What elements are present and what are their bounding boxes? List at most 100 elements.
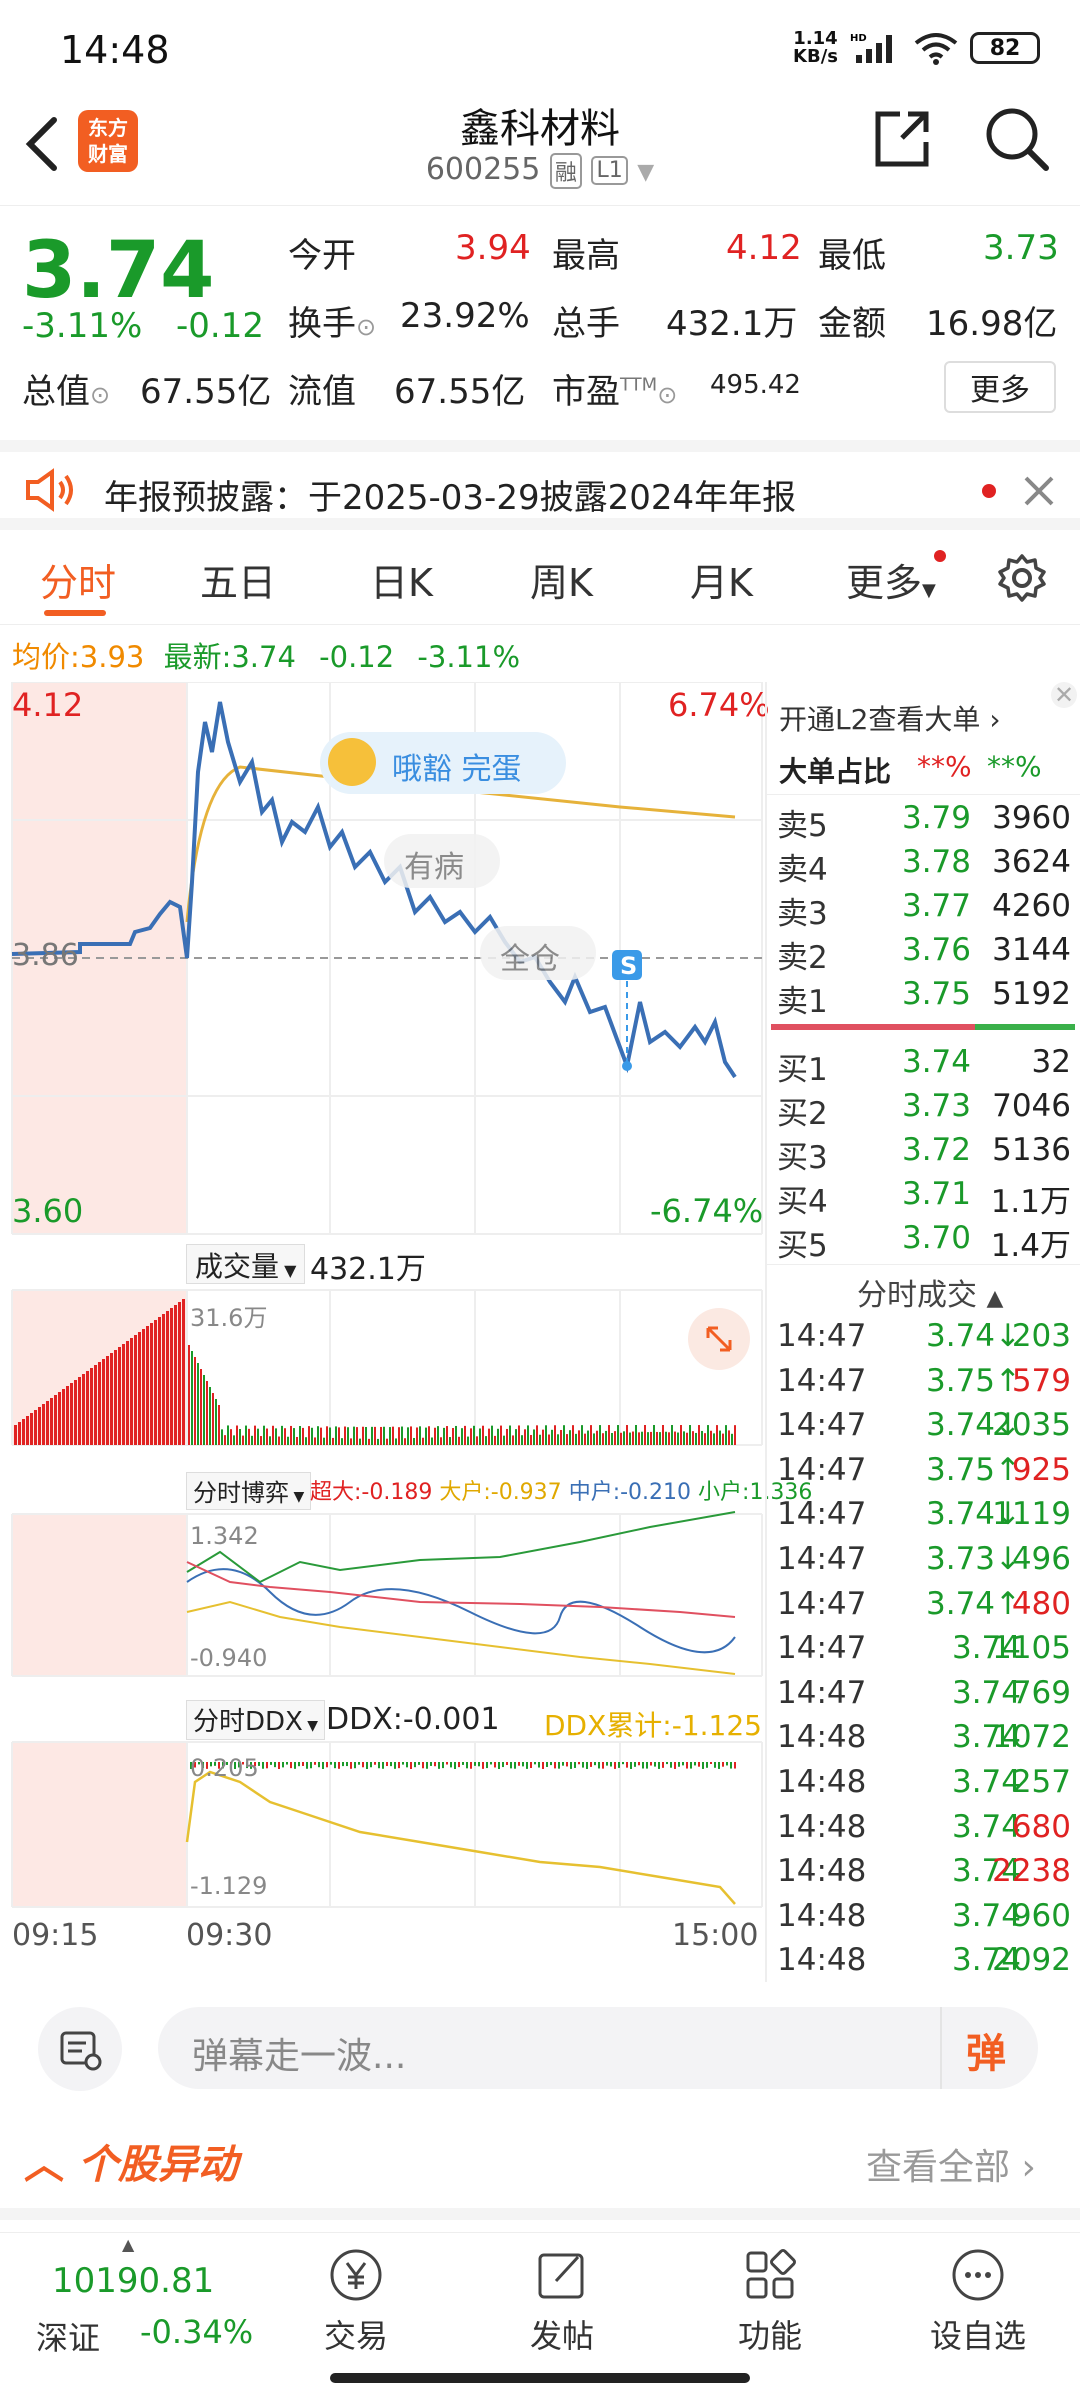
bid-row[interactable]: 买2 3.73 7046 <box>771 1088 1071 1132</box>
yen-icon <box>330 2249 382 2301</box>
ask-row[interactable]: 卖1 3.75 5192 <box>771 976 1071 1020</box>
notice-banner[interactable]: 年报预披露：于2025-03-29披露2024年年报 <box>0 440 1080 530</box>
bid-row[interactable]: 买4 3.71 1.1万 <box>771 1176 1071 1220</box>
nav-trade[interactable]: 交易 <box>296 2247 416 2357</box>
net-speed-unit: KB/s <box>793 46 838 67</box>
expand-icon[interactable] <box>688 1308 750 1370</box>
index-pct: -0.34% <box>140 2313 254 2351</box>
latest-change: -0.12 <box>319 640 395 674</box>
status-time: 14:48 <box>60 28 170 72</box>
stock-movement-section[interactable]: ︿ 个股异动 查看全部 › <box>0 2110 1080 2220</box>
index-expand-icon[interactable]: ▲ <box>122 2235 134 2254</box>
time-axis-end: 15:00 <box>672 1918 759 1953</box>
ask-row[interactable]: 卖4 3.78 3624 <box>771 844 1071 888</box>
speaker-icon <box>26 468 73 512</box>
big-order-ratio-label: 大单占比 <box>779 755 892 788</box>
tick-row[interactable]: 14:48 3.74 257 <box>771 1764 1071 1808</box>
battery-icon: 82 <box>970 32 1040 64</box>
tab-more[interactable]: 更多▼ <box>846 552 936 607</box>
share-icon[interactable] <box>872 108 932 170</box>
volume-total: 432.1万 <box>310 1252 426 1287</box>
mktcap-value: 67.55亿 <box>140 372 272 412</box>
bottom-navigation: ▲ 10190.81 深证 -0.34% 交易 发帖 功能 设自选 <box>0 2232 1080 2400</box>
comment-badge[interactable]: 哦豁 完蛋 <box>320 732 566 794</box>
bid-row[interactable]: 买1 3.74 32 <box>771 1044 1071 1088</box>
l2-close-icon[interactable]: ✕ <box>1051 682 1077 708</box>
intraday-chart-svg[interactable]: S <box>0 682 765 1982</box>
settings-gear-icon[interactable] <box>996 552 1048 604</box>
tick-row[interactable]: 14:47 3.75↑ 579 <box>771 1363 1071 1407</box>
change-pct: -3.11% <box>22 306 143 346</box>
high-value: 4.12 <box>726 228 802 268</box>
unread-dot <box>982 484 996 498</box>
l2-upgrade-link[interactable]: 开通L2查看大单 › <box>779 698 1001 738</box>
big-order-ratio-green: **% <box>987 750 1042 783</box>
tick-row[interactable]: 14:47 3.73↓ 496 <box>771 1541 1071 1585</box>
tick-row[interactable]: 14:48 3.74 2092 <box>771 1942 1071 1986</box>
danmu-comment-2: 全仓 <box>480 926 596 980</box>
bid-row[interactable]: 买3 3.72 5136 <box>771 1132 1071 1176</box>
ddx-max-label: 0.205 <box>190 1754 259 1782</box>
danmu-input[interactable]: 弹幕走一波... <box>158 2007 1038 2089</box>
ddx-min-label: -1.129 <box>190 1872 268 1900</box>
tick-row[interactable]: 14:48 3.74 2238 <box>771 1853 1071 1897</box>
margin-tag: 融 <box>549 152 582 189</box>
tab-weekly-k[interactable]: 周K <box>530 552 593 607</box>
pct-bottom-label: -6.74% <box>650 1192 764 1230</box>
tab-five-day[interactable]: 五日 <box>200 552 276 607</box>
stock-code: 600255 <box>425 152 541 187</box>
volume-indicator-select[interactable]: 成交量 ▼ <box>186 1244 306 1284</box>
tick-row[interactable]: 14:47 3.74 769 <box>771 1675 1071 1719</box>
current-price: 3.74 <box>22 226 215 316</box>
more-button[interactable]: 更多 <box>944 361 1056 413</box>
level-tag: L1 <box>591 156 628 185</box>
pct-top-label: 6.74% <box>668 686 770 724</box>
tick-row[interactable]: 14:48 3.74 1072 <box>771 1719 1071 1763</box>
close-icon[interactable] <box>1022 474 1056 508</box>
search-icon[interactable] <box>982 104 1052 174</box>
ask-row[interactable]: 卖5 3.79 3960 <box>771 800 1071 844</box>
ask-row[interactable]: 卖3 3.77 4260 <box>771 888 1071 932</box>
tick-row[interactable]: 14:47 3.74↑ 480 <box>771 1586 1071 1630</box>
home-indicator[interactable] <box>330 2373 750 2383</box>
danmu-send-button[interactable]: 弹 <box>940 2007 1038 2089</box>
tick-row[interactable]: 14:47 3.74↓ 203 <box>771 1318 1071 1362</box>
nav-add-watchlist[interactable]: 设自选 <box>918 2247 1038 2357</box>
tick-row[interactable]: 14:47 3.75↑ 925 <box>771 1452 1071 1496</box>
volume-max-label: 31.6万 <box>190 1304 268 1332</box>
svg-text:HD: HD <box>850 33 867 44</box>
ask-row[interactable]: 卖2 3.76 3144 <box>771 932 1071 976</box>
tab-active-indicator <box>44 610 106 616</box>
tick-row[interactable]: 14:48 3.74 960 <box>771 1898 1071 1942</box>
ticks-header[interactable]: 分时成交 ▲ <box>857 1270 1003 1314</box>
status-bar: 14:48 1.14 KB/s HD 82 <box>0 0 1080 90</box>
nav-functions[interactable]: 功能 <box>710 2247 830 2357</box>
tick-row[interactable]: 14:47 3.74↓ 1119 <box>771 1496 1071 1540</box>
ddx-indicator-select[interactable]: 分时DDX ▼ <box>186 1700 326 1740</box>
index-value[interactable]: 10190.81 <box>52 2261 214 2301</box>
high-label: 最高 <box>552 236 620 276</box>
low-value: 3.73 <box>983 228 1059 268</box>
nav-post[interactable]: 发帖 <box>502 2247 622 2357</box>
game-indicator-select[interactable]: 分时博弈 ▼ <box>186 1472 312 1510</box>
volume-value: 432.1万 <box>666 304 798 344</box>
avg-price-bar: 均价:3.93 最新:3.74 -0.12 -3.11% <box>12 640 521 674</box>
tab-monthly-k[interactable]: 月K <box>690 552 753 607</box>
chart-tabs: 分时 五日 日K 周K 月K 更多▼ <box>0 540 1080 625</box>
tab-intraday[interactable]: 分时 <box>40 552 116 607</box>
time-axis-start: 09:15 <box>12 1918 99 1953</box>
tab-daily-k[interactable]: 日K <box>370 552 433 607</box>
y-mid-label: 3.86 <box>12 938 79 973</box>
danmu-settings-icon[interactable] <box>38 2007 122 2091</box>
level-dropdown-icon[interactable]: ▼ <box>637 160 654 185</box>
tick-row[interactable]: 14:47 3.74↓ 2035 <box>771 1407 1071 1451</box>
status-icons: 1.14 KB/s HD 82 <box>793 30 1040 66</box>
bid-row[interactable]: 买5 3.70 1.4万 <box>771 1220 1071 1264</box>
open-value: 3.94 <box>455 228 531 268</box>
open-label: 今开 <box>288 236 356 276</box>
view-all-link[interactable]: 查看全部 › <box>866 2138 1036 2190</box>
index-name: 深证 <box>36 2319 101 2357</box>
tick-row[interactable]: 14:47 3.74 1105 <box>771 1630 1071 1674</box>
tick-row[interactable]: 14:48 3.74 680 <box>771 1809 1071 1853</box>
game-max-label: 1.342 <box>190 1522 259 1550</box>
